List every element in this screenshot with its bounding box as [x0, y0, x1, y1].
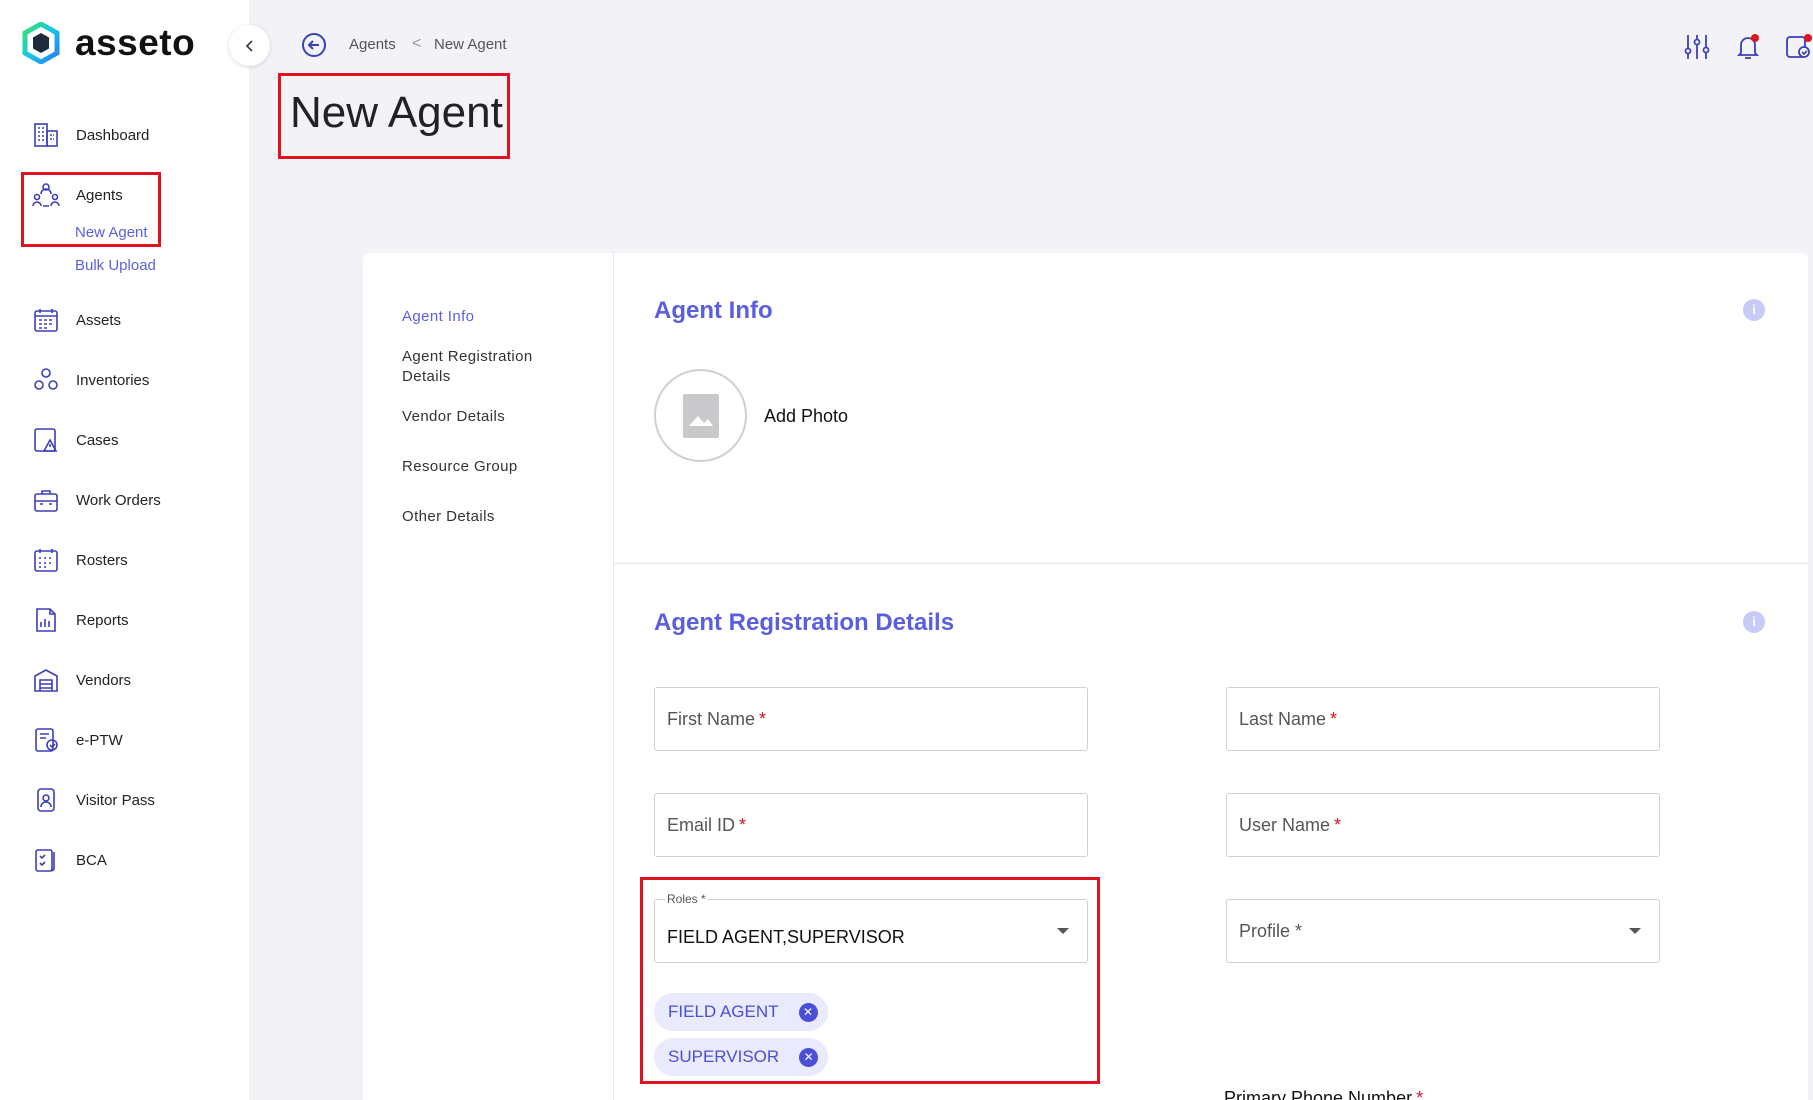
logo-text: asseto — [75, 22, 196, 63]
email-placeholder: Email ID * — [667, 815, 747, 835]
last-name-field[interactable]: Last Name * — [1226, 687, 1660, 751]
sidebar-item-label: e-PTW — [76, 731, 123, 749]
sidebar-item-inventories[interactable]: Inventories — [30, 363, 149, 397]
asseto-logo-icon — [22, 22, 60, 64]
bca-icon — [30, 844, 62, 876]
sidebar-item-visitor-pass[interactable]: Visitor Pass — [30, 783, 155, 817]
assets-icon — [30, 304, 62, 336]
user-name-field[interactable]: User Name * — [1226, 793, 1660, 857]
inventories-icon — [30, 364, 62, 396]
sidebar-item-label: Inventories — [76, 371, 150, 389]
agent-info-title: Agent Info — [654, 297, 773, 324]
breadcrumb-separator: < — [412, 35, 422, 52]
section-link-resource-group[interactable]: Resource Group — [402, 457, 518, 477]
vendors-icon — [30, 664, 62, 696]
sidebar-item-vendors[interactable]: Vendors — [30, 663, 131, 697]
sidebar-item-label: Cases — [76, 431, 119, 449]
sidebar-collapse-button[interactable] — [229, 25, 270, 66]
highlight-box-roles — [640, 877, 1100, 1084]
sidebar-item-reports[interactable]: Reports — [30, 603, 129, 637]
section-divider — [614, 563, 1808, 564]
section-link-other-details[interactable]: Other Details — [402, 507, 495, 527]
first-name-field[interactable]: First Name * — [654, 687, 1088, 751]
primary-phone-label: Primary Phone Number * — [1224, 1088, 1424, 1100]
logo[interactable]: asseto — [22, 22, 195, 64]
back-arrow-icon[interactable] — [301, 32, 327, 58]
highlight-box-agents — [21, 172, 161, 247]
info-icon[interactable]: i — [1743, 611, 1765, 633]
registration-title: Agent Registration Details — [654, 609, 955, 636]
sidebar-item-dashboard[interactable]: Dashboard — [30, 118, 149, 152]
calendar-icon — [30, 544, 62, 576]
tasks-icon[interactable] — [1783, 32, 1813, 62]
sidebar-item-cases[interactable]: Cases — [30, 423, 119, 457]
photo-placeholder[interactable] — [654, 369, 747, 462]
sidebar-item-label: Dashboard — [76, 126, 150, 144]
info-icon[interactable]: i — [1743, 299, 1765, 321]
section-nav: Agent Info Agent Registration Details Ve… — [363, 253, 614, 1100]
filter-sliders-icon[interactable] — [1682, 32, 1712, 62]
section-link-vendor-details[interactable]: Vendor Details — [402, 407, 505, 427]
sidebar-item-work-orders[interactable]: Work Orders — [30, 483, 161, 517]
profile-select[interactable]: Profile * — [1226, 899, 1660, 963]
sidebar-item-label: Rosters — [76, 551, 128, 569]
user-name-placeholder: User Name * — [1239, 815, 1342, 835]
profile-placeholder: Profile * — [1239, 921, 1303, 941]
sidebar-item-label: BCA — [76, 851, 107, 869]
section-link-agent-info[interactable]: Agent Info — [402, 307, 474, 327]
bell-icon[interactable] — [1733, 32, 1763, 62]
first-name-placeholder: First Name * — [667, 709, 767, 729]
email-field[interactable]: Email ID * — [654, 793, 1088, 857]
breadcrumb-current: New Agent — [434, 36, 507, 53]
chevron-left-icon — [245, 39, 253, 52]
breadcrumb-parent[interactable]: Agents — [349, 36, 396, 53]
sidebar-item-label: Reports — [76, 611, 129, 629]
eptw-icon — [30, 724, 62, 756]
sidebar-item-eptw[interactable]: e-PTW — [30, 723, 123, 757]
add-photo-link[interactable]: Add Photo — [764, 406, 848, 427]
sidebar-item-assets[interactable]: Assets — [30, 303, 121, 337]
reports-icon — [30, 604, 62, 636]
sidebar-item-label: Vendors — [76, 671, 132, 689]
building-icon — [30, 119, 62, 151]
last-name-placeholder: Last Name * — [1239, 709, 1338, 729]
briefcase-icon — [30, 484, 62, 516]
sidebar-item-rosters[interactable]: Rosters — [30, 543, 128, 577]
cases-icon — [30, 424, 62, 456]
sidebar: asseto Dashboard Agents New Agent Bulk U… — [0, 0, 249, 1100]
caret-down-icon — [1629, 928, 1641, 934]
highlight-box-title — [278, 73, 510, 159]
visitor-pass-icon — [30, 784, 62, 816]
sidebar-item-label: Work Orders — [76, 491, 161, 509]
section-link-agent-registration[interactable]: Agent Registration Details — [402, 347, 562, 387]
sidebar-item-bca[interactable]: BCA — [30, 843, 107, 877]
sidebar-item-label: Visitor Pass — [76, 791, 155, 809]
sidebar-item-label: Assets — [76, 311, 122, 329]
sidebar-subitem-bulk-upload[interactable]: Bulk Upload — [75, 257, 156, 274]
image-placeholder-icon — [682, 393, 719, 438]
